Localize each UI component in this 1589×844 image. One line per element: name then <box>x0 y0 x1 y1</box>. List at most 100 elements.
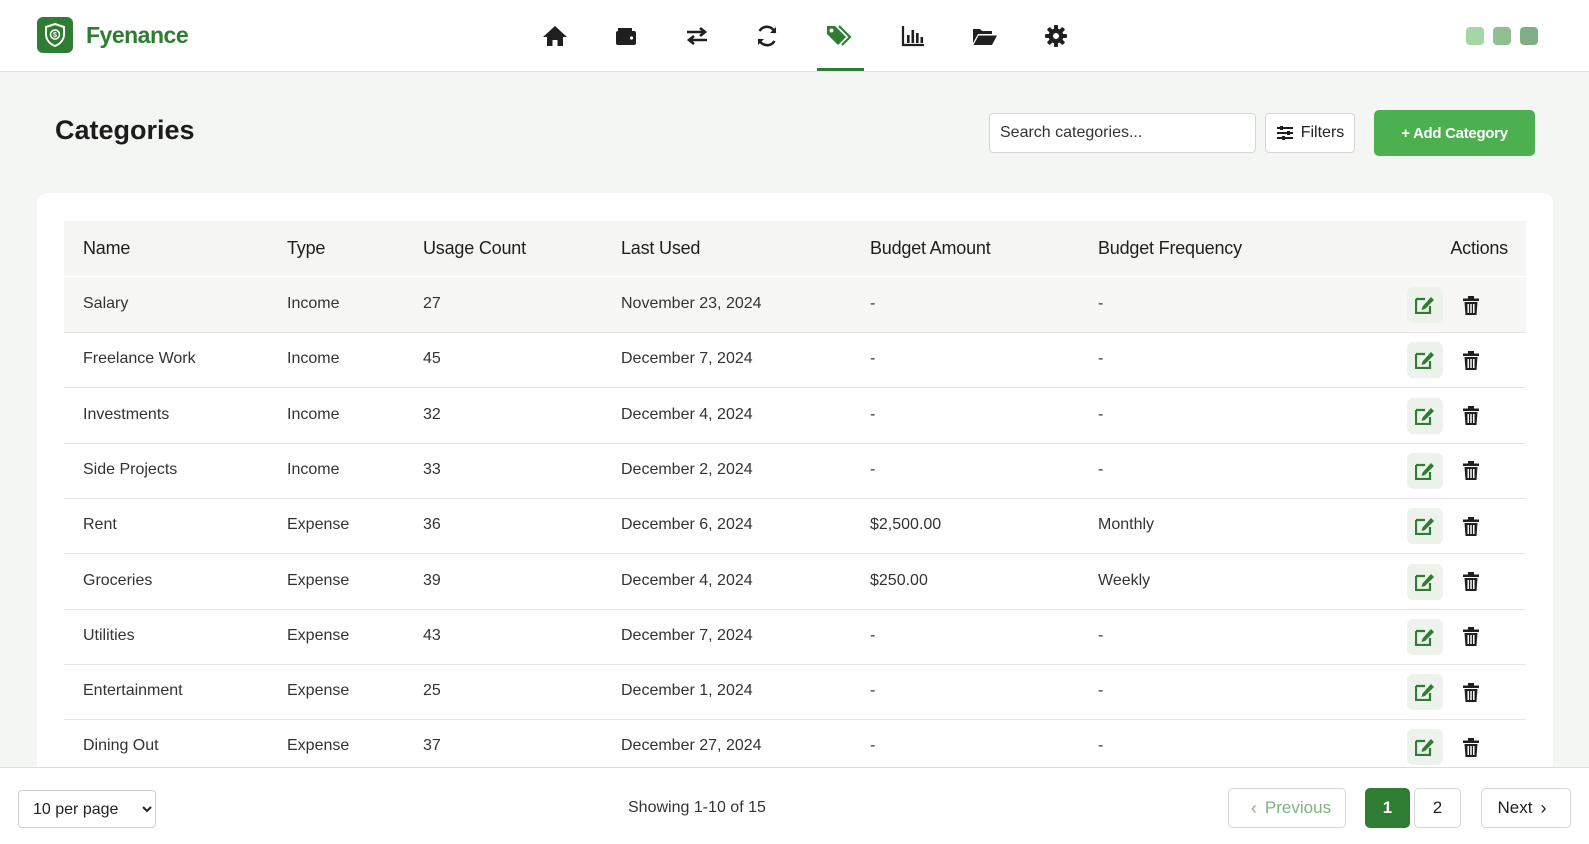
edit-icon[interactable] <box>1407 618 1443 655</box>
folder-open-icon[interactable] <box>967 20 1003 52</box>
trash-icon[interactable] <box>1453 674 1489 710</box>
trash-icon[interactable] <box>1453 729 1489 765</box>
cell-usage-count: 39 <box>423 571 441 589</box>
chart-icon[interactable] <box>895 20 931 52</box>
edit-icon[interactable] <box>1407 729 1443 766</box>
table-row[interactable]: Groceries Expense 39 December 4, 2024 $250.0… <box>64 554 1526 610</box>
cell-usage-count: 37 <box>423 737 441 755</box>
wallet-icon[interactable] <box>608 20 644 52</box>
cell-name: Entertainment <box>83 682 183 700</box>
tags-icon[interactable] <box>822 20 858 52</box>
search-input[interactable] <box>989 113 1256 153</box>
cell-budget-amount: $2,500.00 <box>870 516 942 534</box>
cell-usage-count: 45 <box>423 350 441 368</box>
trash-icon[interactable] <box>1453 342 1489 378</box>
trash-icon[interactable] <box>1453 287 1489 323</box>
column-header-budget-amount[interactable]: Budget Amount <box>870 238 991 259</box>
cell-last-used: December 27, 2024 <box>621 737 762 755</box>
per-page-select[interactable]: 10 per page <box>18 790 156 828</box>
edit-icon[interactable] <box>1407 674 1443 711</box>
window-control-dot[interactable] <box>1493 27 1511 45</box>
cell-last-used: December 7, 2024 <box>621 350 753 368</box>
cell-budget-frequency: - <box>1098 626 1104 644</box>
cell-usage-count: 32 <box>423 405 441 423</box>
trash-icon[interactable] <box>1453 508 1489 544</box>
cell-type: Expense <box>287 682 350 700</box>
column-header-type[interactable]: Type <box>287 238 325 259</box>
categories-table-card: Name Type Usage Count Last Used Budget A… <box>37 193 1553 773</box>
table-row[interactable]: Side Projects Income 33 December 2, 2024 - - <box>64 443 1526 499</box>
cell-usage-count: 33 <box>423 460 441 478</box>
showing-count: Showing 1-10 of 15 <box>628 799 766 816</box>
sync-icon[interactable] <box>749 20 785 52</box>
column-header-budget-frequency[interactable]: Budget Frequency <box>1098 238 1242 259</box>
cell-budget-amount: - <box>870 626 876 644</box>
cell-budget-amount: - <box>870 350 876 368</box>
cell-type: Income <box>287 295 340 312</box>
cell-last-used: December 4, 2024 <box>621 571 753 589</box>
cell-type: Income <box>287 405 340 423</box>
home-icon[interactable] <box>537 20 573 52</box>
column-header-actions: Actions <box>1450 238 1508 258</box>
trash-icon[interactable] <box>1453 453 1489 489</box>
page-button-1[interactable]: 1 <box>1365 788 1410 828</box>
cell-usage-count: 27 <box>423 295 441 312</box>
filters-button[interactable]: Filters <box>1265 113 1355 153</box>
cell-budget-amount: - <box>870 405 876 423</box>
window-control-dot[interactable] <box>1520 27 1538 45</box>
previous-page-button[interactable]: ‹ Previous <box>1228 788 1346 828</box>
table-row[interactable]: Freelance Work Income 45 December 7, 2024 - - <box>64 332 1526 389</box>
column-header-name[interactable]: Name <box>83 238 130 259</box>
edit-icon[interactable] <box>1407 452 1443 489</box>
page-button-2[interactable]: 2 <box>1414 788 1461 828</box>
column-header-last-used[interactable]: Last Used <box>621 238 700 259</box>
cell-budget-amount: - <box>870 295 876 312</box>
cell-type: Expense <box>287 626 350 644</box>
cell-name: Utilities <box>83 626 135 644</box>
cell-name: Dining Out <box>83 737 159 755</box>
table-row[interactable]: Entertainment Expense 25 December 1, 2024 - - <box>64 664 1526 721</box>
column-header-usage-count[interactable]: Usage Count <box>423 238 526 259</box>
page-title: Categories <box>55 115 195 145</box>
table-row[interactable]: Utilities Expense 43 December 7, 2024 - - <box>64 609 1526 665</box>
table-header: Name Type Usage Count Last Used Budget A… <box>64 221 1526 276</box>
window-control-dot[interactable] <box>1466 27 1484 45</box>
cell-budget-frequency: - <box>1098 737 1104 755</box>
cell-name: Side Projects <box>83 460 178 478</box>
chevron-right-icon: › <box>1540 797 1547 818</box>
chevron-left-icon: ‹ <box>1250 797 1257 818</box>
trash-icon[interactable] <box>1453 398 1489 434</box>
gear-icon[interactable] <box>1038 20 1074 52</box>
edit-icon[interactable] <box>1407 563 1443 600</box>
cell-last-used: December 2, 2024 <box>621 460 753 478</box>
brand-name[interactable]: Fyenance <box>86 22 189 49</box>
cell-usage-count: 36 <box>423 516 441 534</box>
next-page-button[interactable]: Next › <box>1481 788 1571 828</box>
edit-icon[interactable] <box>1407 342 1443 379</box>
pagination-footer: 10 per page Showing 1-10 of 15 ‹ Previou… <box>0 767 1589 844</box>
cell-last-used: December 1, 2024 <box>621 682 753 700</box>
table-row[interactable]: Rent Expense 36 December 6, 2024 $2,500.00 Mo… <box>64 498 1526 555</box>
filters-label: Filters <box>1300 124 1345 141</box>
trash-icon[interactable] <box>1453 619 1489 655</box>
cell-name: Groceries <box>83 571 153 589</box>
cell-name: Rent <box>83 516 117 534</box>
edit-icon[interactable] <box>1407 287 1443 323</box>
cell-budget-frequency: - <box>1098 682 1104 700</box>
transfer-icon[interactable] <box>679 20 715 52</box>
add-category-button[interactable]: + Add Category <box>1374 110 1535 156</box>
next-label: Next <box>1497 798 1533 817</box>
edit-icon[interactable] <box>1407 397 1443 434</box>
sliders-icon <box>1276 126 1293 140</box>
cell-type: Income <box>287 460 340 478</box>
table-row[interactable]: Dining Out Expense 37 December 27, 2024 - - <box>64 719 1526 773</box>
table-row[interactable]: Salary Income 27 November 23, 2024 - - <box>64 277 1526 333</box>
table-row[interactable]: Investments Income 32 December 4, 2024 - - <box>64 388 1526 444</box>
cell-last-used: November 23, 2024 <box>621 295 762 312</box>
cell-budget-frequency: - <box>1098 460 1104 478</box>
edit-icon[interactable] <box>1407 508 1443 545</box>
logo-shield-icon[interactable]: $ <box>37 17 73 53</box>
trash-icon[interactable] <box>1453 564 1489 600</box>
cell-name: Investments <box>83 405 170 423</box>
cell-budget-frequency: - <box>1098 405 1104 423</box>
